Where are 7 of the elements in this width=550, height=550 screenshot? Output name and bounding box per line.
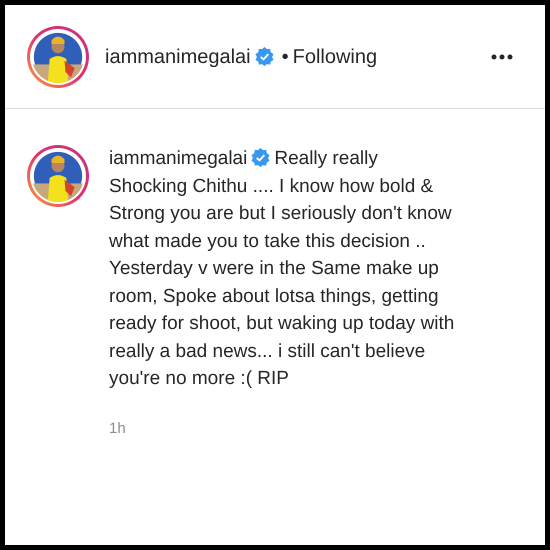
timestamp: 1h (109, 420, 126, 436)
separator-dot: • (282, 44, 289, 70)
following-link[interactable]: Following (292, 42, 378, 72)
username-link[interactable]: iammanimegalai (105, 42, 251, 72)
username-link[interactable]: iammanimegalai (109, 148, 248, 169)
more-options-icon[interactable] (491, 54, 513, 60)
comment-text: iammanimegalai Really really Shocking Chithu .... I know how bold & Strong you are but I seriously don't know what made you to take this decision .. Yesterday v were in the Same make up room, Spoke about lotsa things, getting ready for shoot, but waking up today with really a bad news... i still can't believe you're no more :( RIP (109, 147, 456, 391)
